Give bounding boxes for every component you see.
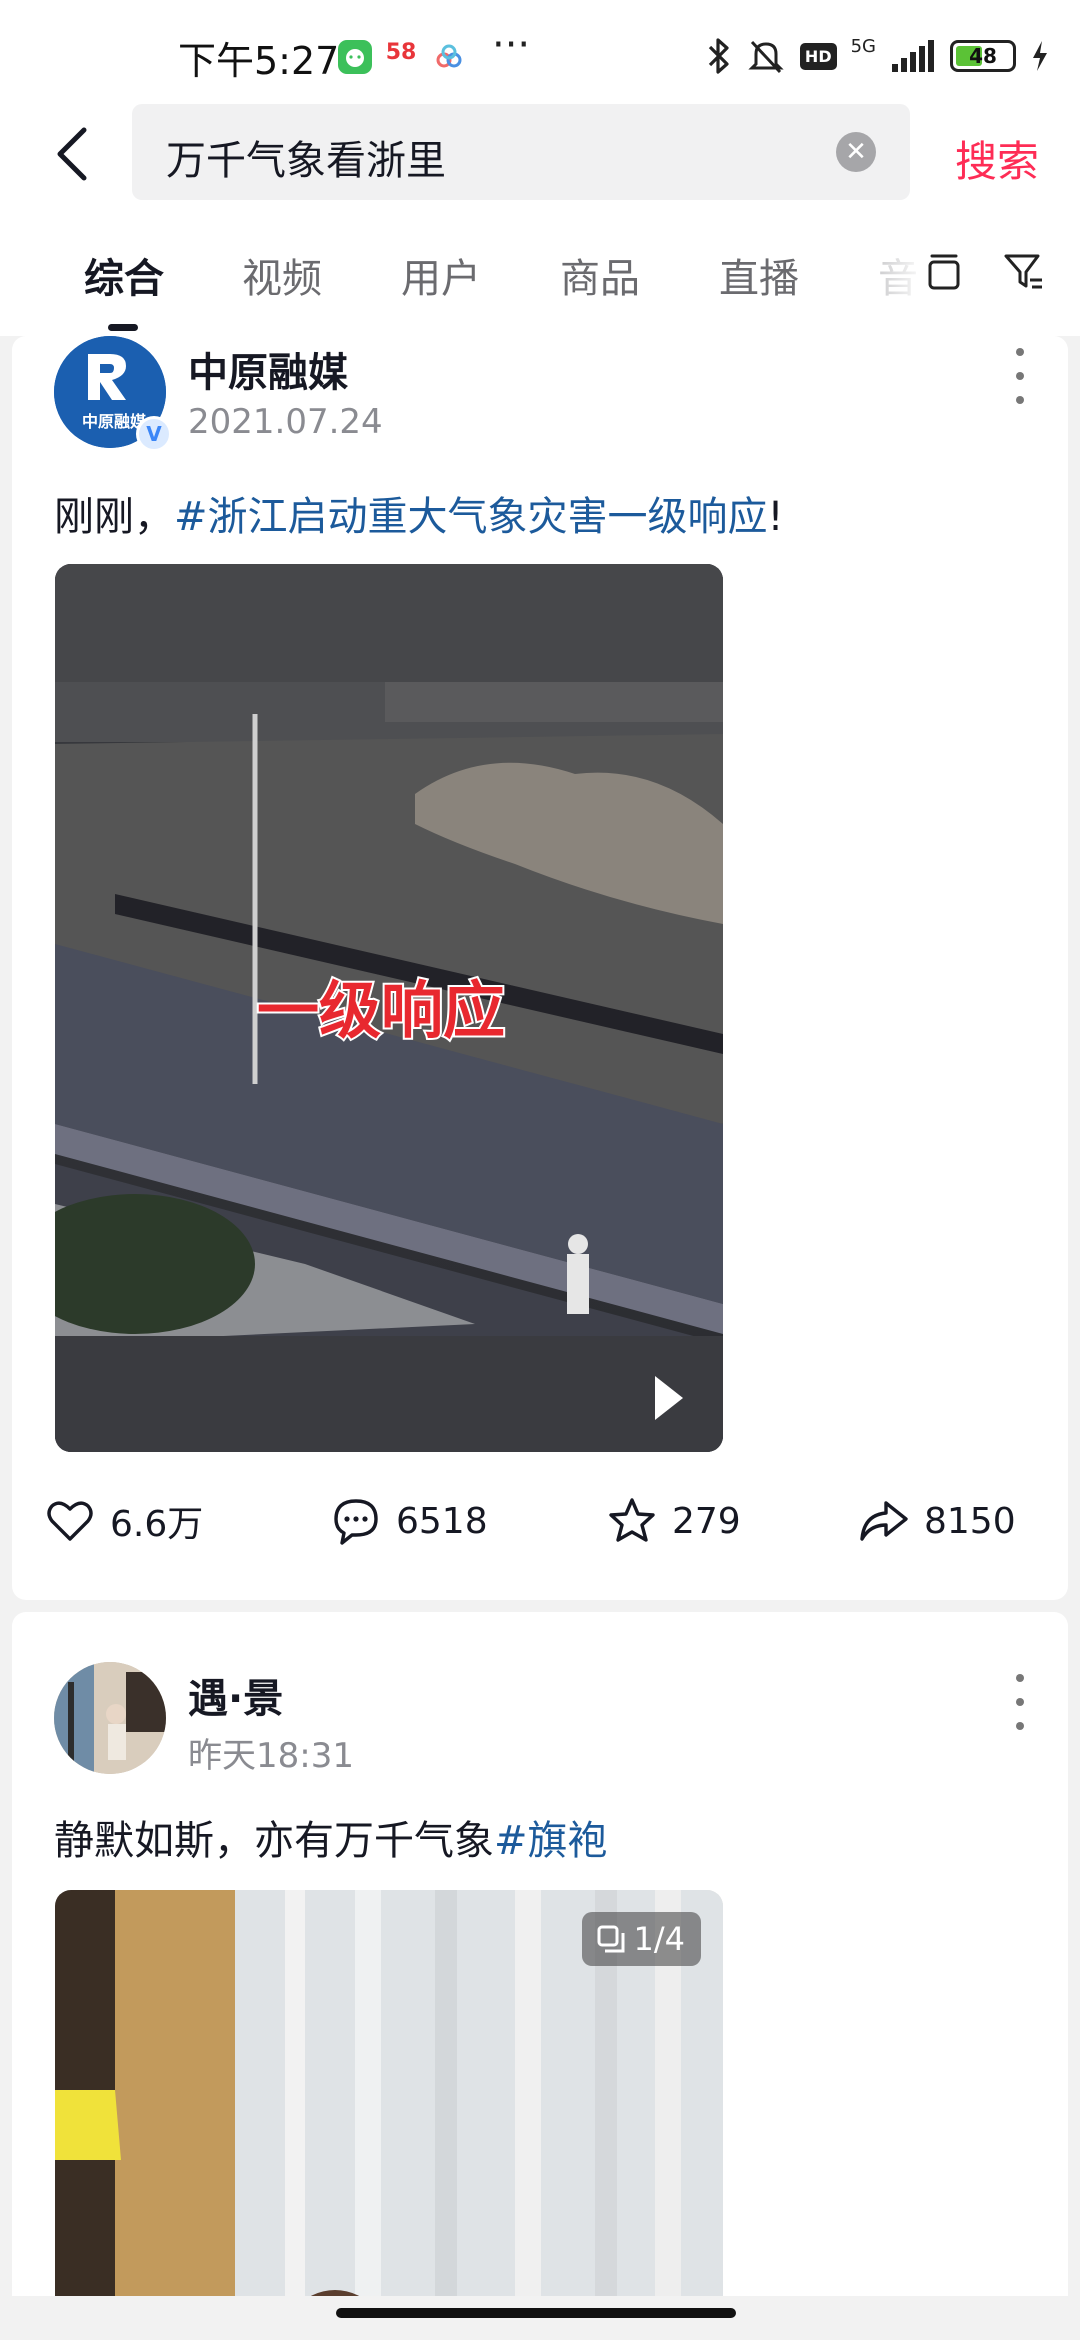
image-counter-badge: 1/4 [581, 1912, 701, 1966]
like-button[interactable]: 6.6万 [44, 1491, 203, 1551]
video-caption: 一级响应 [255, 972, 507, 1049]
comment-icon [334, 1499, 378, 1545]
search-query-text: 万千气象看浙里 [166, 138, 446, 184]
post-actions: 6.6万 6518 279 8150 [12, 1481, 1068, 1561]
active-tab-indicator [108, 324, 138, 331]
tab-live[interactable]: 直播 [719, 246, 799, 304]
status-time: 下午5:27 [178, 39, 340, 83]
comment-button[interactable]: 6518 [330, 1491, 488, 1551]
status-indicators: HD 5G 48 [706, 34, 1050, 78]
post-author[interactable]: 遇·景 [188, 1666, 283, 1724]
verified-badge: V [136, 416, 172, 452]
tab-video[interactable]: 视频 [242, 246, 322, 304]
video-thumbnail[interactable]: 一级响应 [55, 564, 723, 1452]
mute-bell-icon [748, 40, 784, 74]
heart-icon [47, 1501, 93, 1541]
post-card[interactable]: 中原融媒 V 中原融媒 2021.07.24 刚刚，#浙江启动重大气象灾害一级响… [12, 336, 1068, 1600]
chevron-left-icon [57, 127, 87, 181]
search-button[interactable]: 搜索 [955, 128, 1039, 189]
network-type: 5G [850, 35, 876, 57]
favorite-button[interactable]: 279 [606, 1491, 741, 1551]
wechat-notification-icon [338, 40, 372, 74]
search-results-page: 下午5:27 58 ··· HD 5G 48 万千气象看浙里 ✕ 搜索 综合 视… [0, 0, 1080, 2340]
charging-icon [1033, 41, 1047, 71]
share-button[interactable]: 8150 [858, 1491, 1016, 1551]
post-text: 刚刚，#浙江启动重大气象灾害一级响应! [54, 494, 784, 540]
app-58-notification-icon: 58 [384, 40, 418, 74]
cloud-notification-icon [432, 40, 466, 74]
more-notifications-icon: ··· [492, 22, 531, 68]
post-date: 昨天18:31 [188, 1736, 354, 1776]
hd-badge: HD [799, 42, 837, 70]
more-options-button[interactable] [1012, 348, 1028, 404]
tab-users[interactable]: 用户 [401, 246, 481, 304]
layout-toggle-icon[interactable] [922, 250, 966, 294]
favorite-count: 279 [672, 1500, 741, 1542]
bottom-bar [0, 2296, 1080, 2340]
tab-comprehensive[interactable]: 综合 [84, 246, 164, 304]
post-author[interactable]: 中原融媒 [188, 340, 348, 398]
tab-fade [868, 226, 928, 306]
hashtag-link[interactable]: #浙江启动重大气象灾害一级响应 [174, 494, 768, 540]
avatar[interactable] [54, 1662, 166, 1774]
like-count: 6.6万 [110, 1504, 204, 1545]
user-photo [54, 1662, 166, 1774]
home-indicator[interactable] [336, 2308, 736, 2318]
tab-products[interactable]: 商品 [560, 246, 640, 304]
search-input[interactable]: 万千气象看浙里 ✕ [132, 104, 910, 200]
star-icon [609, 1498, 655, 1542]
result-tabs: 综合 视频 用户 商品 直播 音 [0, 206, 1080, 336]
post-date: 2021.07.24 [188, 402, 383, 442]
filter-icon[interactable] [1002, 250, 1046, 294]
gallery-icon [597, 1925, 624, 1953]
image-thumbnail[interactable]: 1/4 [55, 1890, 723, 2340]
share-icon [860, 1501, 908, 1541]
share-count: 8150 [924, 1500, 1016, 1542]
hashtag-link[interactable]: #旗袍 [494, 1818, 608, 1864]
clear-search-button[interactable]: ✕ [836, 132, 876, 172]
comment-count: 6518 [396, 1500, 488, 1542]
search-header: 万千气象看浙里 ✕ 搜索 [0, 104, 1080, 206]
back-button[interactable] [52, 122, 100, 186]
post-text: 静默如斯，亦有万千气象#旗袍 [54, 1818, 608, 1864]
signal-icon [892, 40, 934, 72]
post-card[interactable]: 遇·景 昨天18:31 静默如斯，亦有万千气象#旗袍 1/4 [12, 1612, 1068, 2340]
more-options-button[interactable] [1012, 1674, 1028, 1730]
status-bar: 下午5:27 58 ··· HD 5G 48 [0, 0, 1080, 104]
bluetooth-icon [708, 38, 729, 74]
battery-indicator: 48 [950, 40, 1016, 72]
